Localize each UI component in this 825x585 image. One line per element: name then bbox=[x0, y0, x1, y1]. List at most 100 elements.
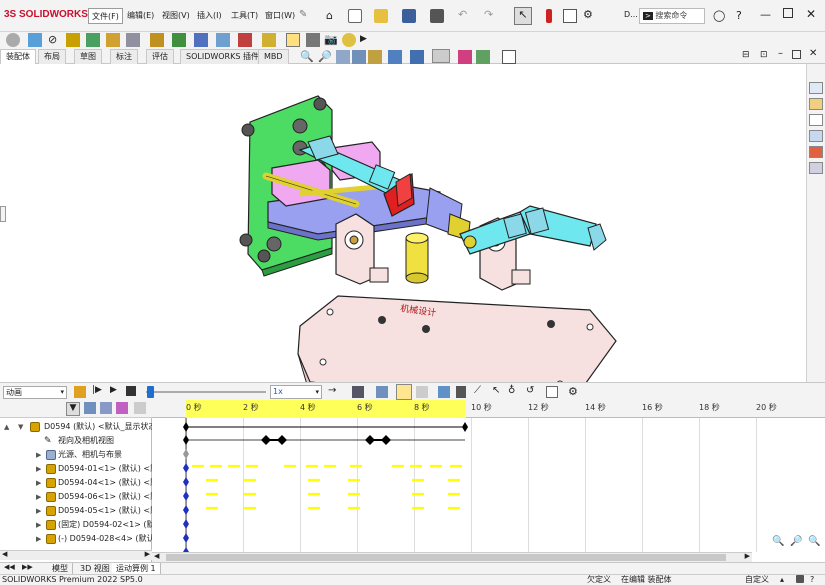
timeline-horizontal-scrollbar[interactable]: ◀ ▶ bbox=[152, 552, 752, 562]
tree-row-view-orientation[interactable]: ✎ 视向及相机视图 bbox=[0, 434, 152, 448]
window-restore-icon[interactable]: ⊟ bbox=[742, 50, 756, 64]
tab-mbd[interactable]: MBD bbox=[258, 49, 289, 64]
new-document-icon[interactable] bbox=[348, 9, 362, 23]
hide-show-items-icon[interactable] bbox=[432, 49, 450, 63]
play-icon[interactable]: ▶ bbox=[110, 385, 124, 399]
tab-evaluate[interactable]: 评估 bbox=[146, 49, 174, 64]
tree-row-part[interactable]: ▶ (-) D0594-028<4> (默认) bbox=[0, 532, 152, 546]
expand-icon[interactable]: ▶ bbox=[36, 448, 41, 462]
tab-sketch[interactable]: 草图 bbox=[74, 49, 102, 64]
playback-speed-select[interactable]: 1x ▾ bbox=[270, 385, 322, 399]
large-assembly-icon[interactable] bbox=[342, 33, 356, 47]
view-settings-icon[interactable] bbox=[502, 50, 516, 64]
filter-animated-icon[interactable] bbox=[84, 402, 96, 414]
filter-icon[interactable]: ▼ bbox=[66, 402, 80, 416]
file-explorer-icon[interactable] bbox=[809, 114, 823, 126]
force-icon[interactable]: ↖ bbox=[492, 385, 506, 399]
menu-file[interactable]: 文件(F) bbox=[88, 8, 123, 24]
document-name[interactable]: D... bbox=[624, 10, 638, 19]
playback-slider[interactable] bbox=[146, 391, 266, 393]
custom-properties-icon[interactable] bbox=[809, 162, 823, 174]
section-view-icon[interactable] bbox=[352, 50, 366, 64]
units-status[interactable]: 自定义 bbox=[745, 575, 769, 585]
user-icon[interactable]: ◯ bbox=[713, 9, 727, 23]
results-and-plots-icon[interactable] bbox=[546, 386, 558, 398]
collapse-icon[interactable]: ▲ bbox=[4, 420, 9, 434]
graphics-area[interactable]: 机械设计 bbox=[0, 64, 806, 382]
solidworks-logo[interactable]: 3S SOLIDWORKS bbox=[4, 9, 88, 20]
units-dropdown-icon[interactable]: ▴ bbox=[780, 575, 784, 585]
tab-scroll-left-icon[interactable]: ◀◀ bbox=[4, 563, 15, 571]
study-type-select[interactable]: 动画 ▾ bbox=[3, 386, 67, 399]
dynamic-annotation-icon[interactable] bbox=[368, 50, 382, 64]
rebuild-icon[interactable] bbox=[546, 9, 552, 23]
minimize-icon[interactable]: — bbox=[760, 8, 774, 22]
tree-row-part[interactable]: ▶ (固定) D0594-02<1> (默认 bbox=[0, 518, 152, 532]
menu-edit[interactable]: 编辑(E) bbox=[124, 8, 157, 24]
expand-toolbar-icon[interactable]: ▶ bbox=[360, 34, 374, 48]
filter-driving-icon[interactable] bbox=[100, 402, 112, 414]
search-input[interactable]: > 搜索命令 bbox=[639, 8, 705, 24]
menu-insert[interactable]: 插入(I) bbox=[194, 8, 225, 24]
gravity-icon[interactable]: ↺ bbox=[526, 385, 540, 399]
playback-slider-thumb[interactable] bbox=[147, 386, 154, 398]
zoom-in-timeline-icon[interactable]: 🔍 bbox=[772, 536, 786, 550]
expand-root-icon[interactable]: ▼ bbox=[18, 420, 23, 434]
select-icon[interactable]: ↖ bbox=[514, 7, 532, 25]
exploded-view-icon[interactable] bbox=[238, 33, 252, 47]
filter-selected-icon[interactable] bbox=[116, 402, 128, 414]
animation-wizard-icon[interactable] bbox=[376, 386, 388, 398]
smart-fasteners-icon[interactable] bbox=[86, 33, 100, 47]
save-animation-icon[interactable] bbox=[352, 386, 364, 398]
motion-timeline[interactable]: 0 秒 2 秒 4 秒 6 秒 8 秒 10 秒 12 秒 14 秒 16 秒 … bbox=[152, 400, 825, 562]
save-icon[interactable] bbox=[402, 9, 416, 23]
reference-geometry-icon[interactable] bbox=[172, 33, 186, 47]
doc-minimize-icon[interactable]: – bbox=[778, 48, 792, 62]
apply-scene-icon[interactable] bbox=[476, 50, 490, 64]
playback-mode-icon[interactable]: → bbox=[328, 385, 342, 399]
design-library-icon[interactable] bbox=[809, 98, 823, 110]
help-icon[interactable]: ? bbox=[736, 9, 750, 23]
spring-icon[interactable] bbox=[456, 386, 466, 398]
previous-view-icon[interactable] bbox=[336, 50, 350, 64]
menu-window[interactable]: 窗口(W) bbox=[262, 8, 298, 24]
file-properties-icon[interactable] bbox=[563, 9, 577, 23]
tree-row-part[interactable]: ▶ D0594-06<1> (默认) <默 bbox=[0, 490, 152, 504]
tree-row-part[interactable]: ▶ D0594-05<1> (默认) <默 bbox=[0, 504, 152, 518]
open-icon[interactable] bbox=[374, 9, 388, 23]
motion-study-properties-icon[interactable]: ⚙ bbox=[568, 385, 582, 399]
assembly-features-icon[interactable] bbox=[150, 33, 164, 47]
expand-icon[interactable]: ▶ bbox=[36, 476, 41, 490]
zoom-out-timeline-icon[interactable]: 🔎 bbox=[790, 536, 804, 550]
damper-icon[interactable]: ⟋ bbox=[474, 385, 488, 399]
show-hidden-icon[interactable] bbox=[126, 33, 140, 47]
menu-view[interactable]: 视图(V) bbox=[159, 8, 193, 24]
undo-icon[interactable]: ↶ bbox=[458, 8, 472, 22]
tab-scroll-right-icon[interactable]: ▶▶ bbox=[22, 563, 33, 571]
filter-results-icon[interactable] bbox=[134, 402, 146, 414]
bill-of-materials-icon[interactable] bbox=[216, 33, 230, 47]
time-ruler[interactable]: 0 秒 2 秒 4 秒 6 秒 8 秒 10 秒 12 秒 14 秒 16 秒 … bbox=[152, 400, 825, 418]
tree-row-part[interactable]: ▶ D0594-01<1> (默认) <默 bbox=[0, 462, 152, 476]
close-icon[interactable]: ✕ bbox=[806, 7, 820, 21]
update-speedpak-icon[interactable] bbox=[286, 33, 300, 47]
print-icon[interactable] bbox=[430, 9, 444, 23]
home-icon[interactable]: ⌂ bbox=[326, 9, 340, 23]
window-tile-icon[interactable]: ⊡ bbox=[760, 50, 774, 64]
expand-icon[interactable]: ▶ bbox=[36, 462, 41, 476]
zoom-to-area-icon[interactable]: 🔎 bbox=[318, 50, 332, 64]
tab-layout[interactable]: 布局 bbox=[38, 49, 66, 64]
redo-icon[interactable]: ↷ bbox=[484, 8, 498, 22]
view-palette-icon[interactable] bbox=[809, 130, 823, 142]
add-key-icon[interactable] bbox=[416, 386, 428, 398]
solidworks-resources-icon[interactable] bbox=[809, 82, 823, 94]
motor-icon[interactable] bbox=[438, 386, 450, 398]
camera-icon[interactable]: 📷 bbox=[324, 33, 338, 47]
autokey-icon[interactable] bbox=[396, 384, 412, 400]
gear-icon[interactable]: ⚙ bbox=[583, 8, 597, 22]
calculate-icon[interactable] bbox=[74, 386, 86, 398]
tree-row-lights[interactable]: ▶ 光源、相机与布景 bbox=[0, 448, 152, 462]
mate-icon[interactable]: ⊘ bbox=[48, 33, 62, 47]
move-component-icon[interactable] bbox=[106, 33, 120, 47]
doc-close-icon[interactable]: ✕ bbox=[809, 48, 823, 62]
